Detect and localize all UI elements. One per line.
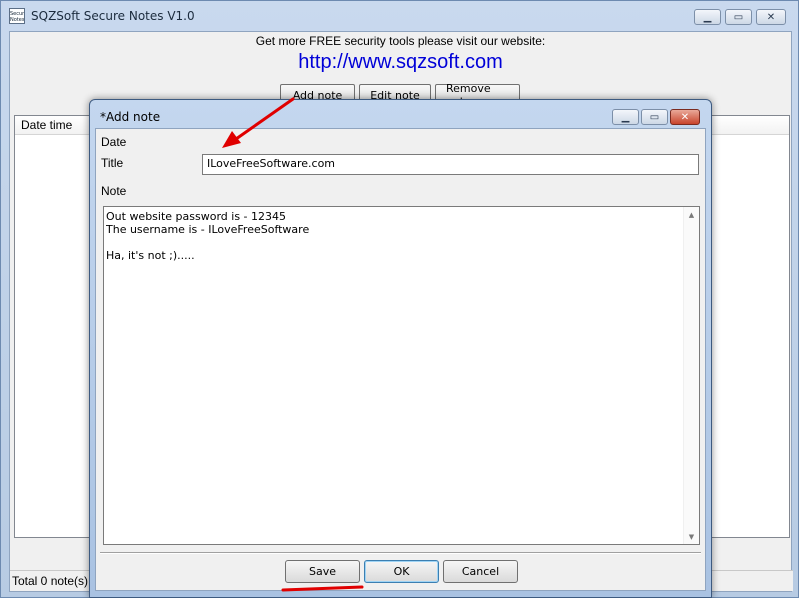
- note-scrollbar[interactable]: ▲ ▼: [683, 207, 699, 544]
- scroll-down-icon[interactable]: ▼: [684, 529, 699, 544]
- dialog-close-button[interactable]: ✕: [670, 109, 700, 125]
- main-titlebar[interactable]: Secure Notes SQZSoft Secure Notes V1.0 ▁…: [1, 1, 798, 31]
- status-note-count: Total 0 note(s): [12, 574, 89, 588]
- save-button[interactable]: Save: [285, 560, 360, 583]
- note-textarea[interactable]: Out website password is - 12345 The user…: [103, 206, 700, 545]
- add-note-dialog: *Add note ▁ ▭ ✕ Date Title ILoveFreeSoft…: [89, 99, 712, 598]
- dialog-minimize-button[interactable]: ▁: [612, 109, 639, 125]
- scroll-up-icon[interactable]: ▲: [684, 207, 699, 222]
- minimize-button[interactable]: ▁: [694, 9, 721, 25]
- cancel-button[interactable]: Cancel: [443, 560, 518, 583]
- note-text[interactable]: Out website password is - 12345 The user…: [106, 210, 683, 542]
- button-separator: [100, 552, 701, 554]
- date-label: Date: [101, 135, 127, 149]
- note-label: Note: [101, 184, 127, 198]
- column-header-label: Date time: [21, 118, 73, 132]
- ok-button[interactable]: OK: [364, 560, 439, 583]
- window-title: SQZSoft Secure Notes V1.0: [31, 9, 195, 23]
- maximize-button[interactable]: ▭: [725, 9, 752, 25]
- promo-text: Get more FREE security tools please visi…: [255, 34, 546, 48]
- dialog-title: *Add note: [100, 110, 161, 124]
- close-button[interactable]: ✕: [756, 9, 786, 25]
- dialog-window-controls: ▁ ▭ ✕: [612, 109, 700, 125]
- title-field[interactable]: ILoveFreeSoftware.com: [202, 154, 699, 175]
- app-icon: Secure Notes: [9, 8, 25, 24]
- dialog-client-area: Date Title ILoveFreeSoftware.com Note Ou…: [95, 128, 706, 591]
- website-link[interactable]: http://www.sqzsoft.com: [10, 51, 791, 74]
- window-controls: ▁ ▭ ✕: [694, 9, 786, 25]
- dialog-maximize-button[interactable]: ▭: [641, 109, 668, 125]
- title-label: Title: [101, 156, 124, 170]
